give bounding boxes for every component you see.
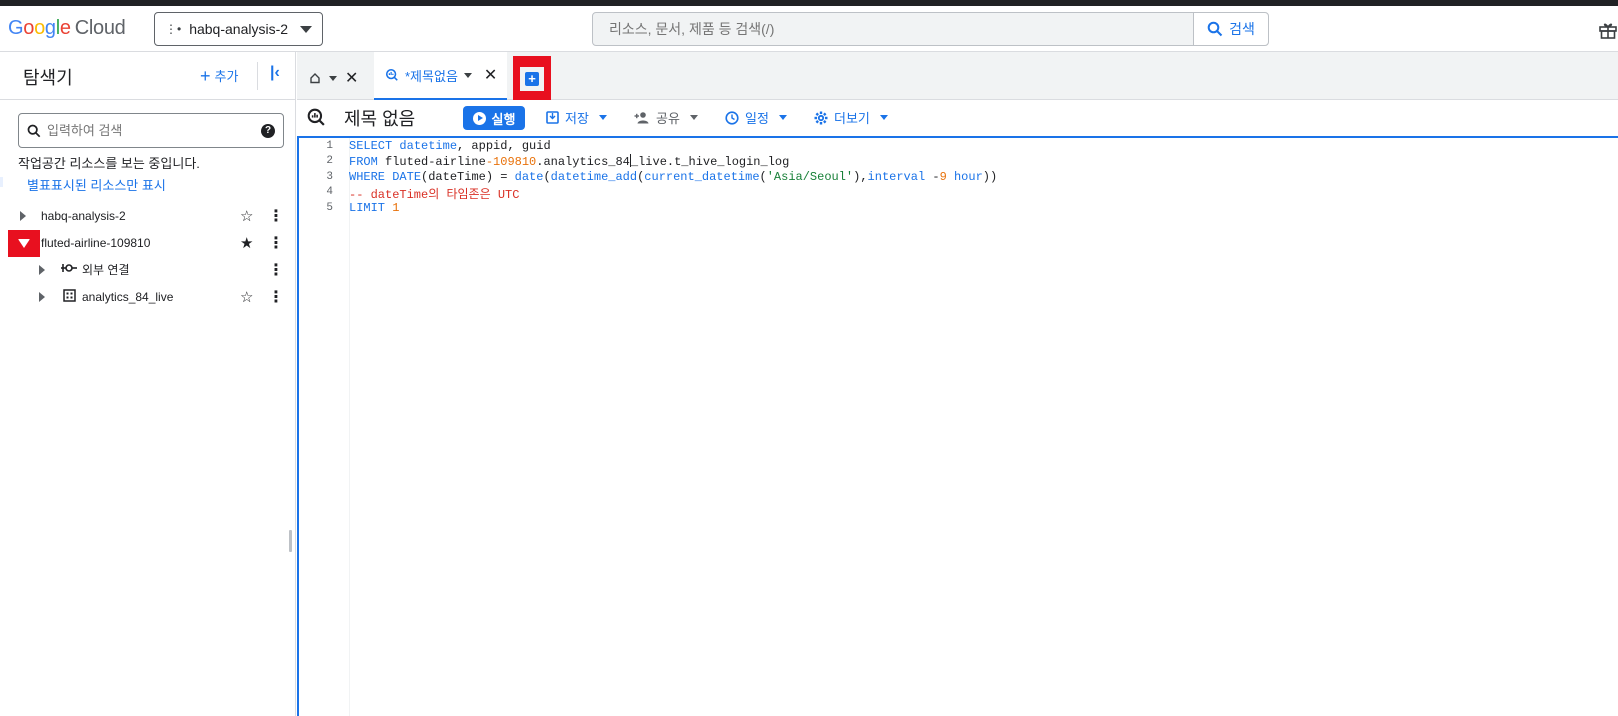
explorer-search-input[interactable] bbox=[47, 123, 255, 138]
chevron-down-icon[interactable] bbox=[463, 72, 472, 78]
gift-icon[interactable] bbox=[1598, 20, 1618, 45]
left-accent bbox=[0, 177, 3, 187]
sql-editor[interactable]: 1 2 3 4 5 SELECT datetime, appid, guid F… bbox=[297, 136, 1618, 716]
line-number: 5 bbox=[326, 202, 333, 214]
explorer-search: ? bbox=[18, 113, 284, 148]
search-icon bbox=[27, 124, 41, 137]
project-icon: ⋮• bbox=[165, 22, 182, 36]
new-tab-inner: + bbox=[520, 67, 544, 91]
tab-bar: ✕ *제목없음 ✕ + bbox=[297, 52, 1618, 102]
more-vert-icon[interactable]: ⋮ bbox=[268, 260, 284, 280]
tree-item-fluted-airline-109810[interactable]: fluted-airline-109810 ★ ⋮ bbox=[0, 229, 290, 256]
expand-arrow-icon[interactable] bbox=[39, 264, 45, 275]
save-button[interactable]: 저장 bbox=[546, 108, 607, 127]
panel-resize-handle[interactable] bbox=[289, 530, 292, 552]
tab-untitled-query[interactable]: *제목없음 ✕ bbox=[374, 52, 507, 100]
code-line-2: FROM fluted-airline-109810.analytics_84_… bbox=[349, 154, 790, 169]
more-vert-icon[interactable]: ⋮ bbox=[268, 206, 284, 226]
chevron-down-icon bbox=[689, 115, 698, 120]
project-name: habq-analysis-2 bbox=[189, 21, 289, 37]
global-search-input[interactable] bbox=[593, 13, 1193, 45]
gear-icon bbox=[814, 111, 828, 124]
tab-home[interactable]: ✕ bbox=[309, 68, 358, 88]
more-vert-icon[interactable]: ⋮ bbox=[268, 287, 284, 307]
line-number: 3 bbox=[326, 171, 333, 183]
chevron-down-icon[interactable] bbox=[329, 75, 337, 81]
schedule-button[interactable]: 일정 bbox=[725, 108, 787, 127]
google-cloud-logo[interactable]: Google Cloud bbox=[8, 17, 126, 40]
close-icon[interactable]: ✕ bbox=[345, 68, 358, 88]
tree-item-analytics-84-live[interactable]: analytics_84_live ☆ ⋮ bbox=[0, 283, 290, 310]
star-filled-icon[interactable]: ★ bbox=[240, 234, 253, 252]
global-search: 검색 bbox=[592, 12, 1269, 46]
chevron-down-icon bbox=[598, 115, 607, 120]
line-number: 1 bbox=[326, 140, 333, 152]
add-button[interactable]: + 추가 bbox=[200, 66, 238, 85]
divider bbox=[257, 62, 258, 90]
project-picker[interactable]: ⋮• habq-analysis-2 bbox=[154, 12, 323, 46]
top-header: GoogleCloud ⋮• habq-analysis-2 검색 bbox=[0, 6, 1618, 52]
tab-label: *제목없음 bbox=[405, 68, 458, 84]
share-button[interactable]: 공유 bbox=[634, 108, 698, 127]
code-line-1: SELECT datetime, appid, guid bbox=[349, 139, 551, 153]
run-button[interactable]: 실행 bbox=[463, 106, 525, 130]
more-vert-icon[interactable]: ⋮ bbox=[268, 233, 284, 253]
code-line-4: -- dateTime의 타임존은 UTC bbox=[349, 188, 520, 202]
query-icon bbox=[307, 108, 325, 131]
show-starred-link[interactable]: 별표표시된 리소스만 표시 bbox=[27, 175, 166, 194]
code-line-5: LIMIT 1 bbox=[349, 201, 400, 215]
chevron-down-icon bbox=[300, 25, 312, 33]
collapse-panel-icon[interactable]: |‹ bbox=[270, 64, 280, 82]
expand-arrow-icon[interactable] bbox=[20, 210, 26, 221]
line-number-gutter: 1 2 3 4 5 bbox=[299, 138, 350, 716]
plus-icon: + bbox=[200, 65, 211, 86]
more-button[interactable]: 더보기 bbox=[814, 108, 888, 127]
tree-item-habq-analysis-2[interactable]: habq-analysis-2 ☆ ⋮ bbox=[0, 202, 290, 229]
clock-icon bbox=[725, 110, 739, 125]
line-number: 4 bbox=[326, 186, 333, 198]
explorer-header: 탐색기 + 추가 |‹ bbox=[0, 52, 295, 100]
save-icon bbox=[546, 111, 559, 124]
workspace-info-text: 작업공간 리소스를 보는 중입니다. bbox=[18, 156, 200, 171]
chevron-down-icon bbox=[879, 115, 888, 120]
query-title[interactable]: 제목 없음 bbox=[344, 105, 415, 131]
star-outline-icon[interactable]: ☆ bbox=[240, 288, 253, 306]
query-icon bbox=[385, 68, 398, 81]
add-box-icon: + bbox=[525, 72, 539, 86]
help-icon[interactable]: ? bbox=[261, 123, 275, 138]
explorer-title: 탐색기 bbox=[23, 68, 73, 88]
new-tab-button[interactable]: + bbox=[513, 56, 551, 102]
line-number: 2 bbox=[326, 155, 333, 167]
code-line-3: WHERE DATE(dateTime) = date(datetime_add… bbox=[349, 170, 998, 184]
connection-icon bbox=[61, 262, 77, 277]
query-toolbar: 제목 없음 실행 저장 공유 일정 더보기 bbox=[297, 100, 1618, 136]
explorer-panel: 탐색기 + 추가 |‹ ? 작업공간 리소스를 보는 중입니다. 별표표시된 리… bbox=[0, 52, 296, 716]
tree-item-external-connections[interactable]: 외부 연결 ⋮ bbox=[0, 256, 290, 283]
dataset-icon bbox=[63, 288, 76, 305]
person-add-icon bbox=[634, 112, 649, 124]
expand-arrow-icon[interactable] bbox=[39, 291, 45, 302]
global-search-button[interactable]: 검색 bbox=[1193, 13, 1268, 45]
search-icon bbox=[1207, 21, 1223, 37]
play-icon bbox=[472, 111, 486, 125]
chevron-down-icon bbox=[778, 115, 787, 120]
star-outline-icon[interactable]: ☆ bbox=[240, 207, 253, 225]
home-icon bbox=[310, 73, 320, 84]
close-icon[interactable]: ✕ bbox=[484, 65, 497, 85]
